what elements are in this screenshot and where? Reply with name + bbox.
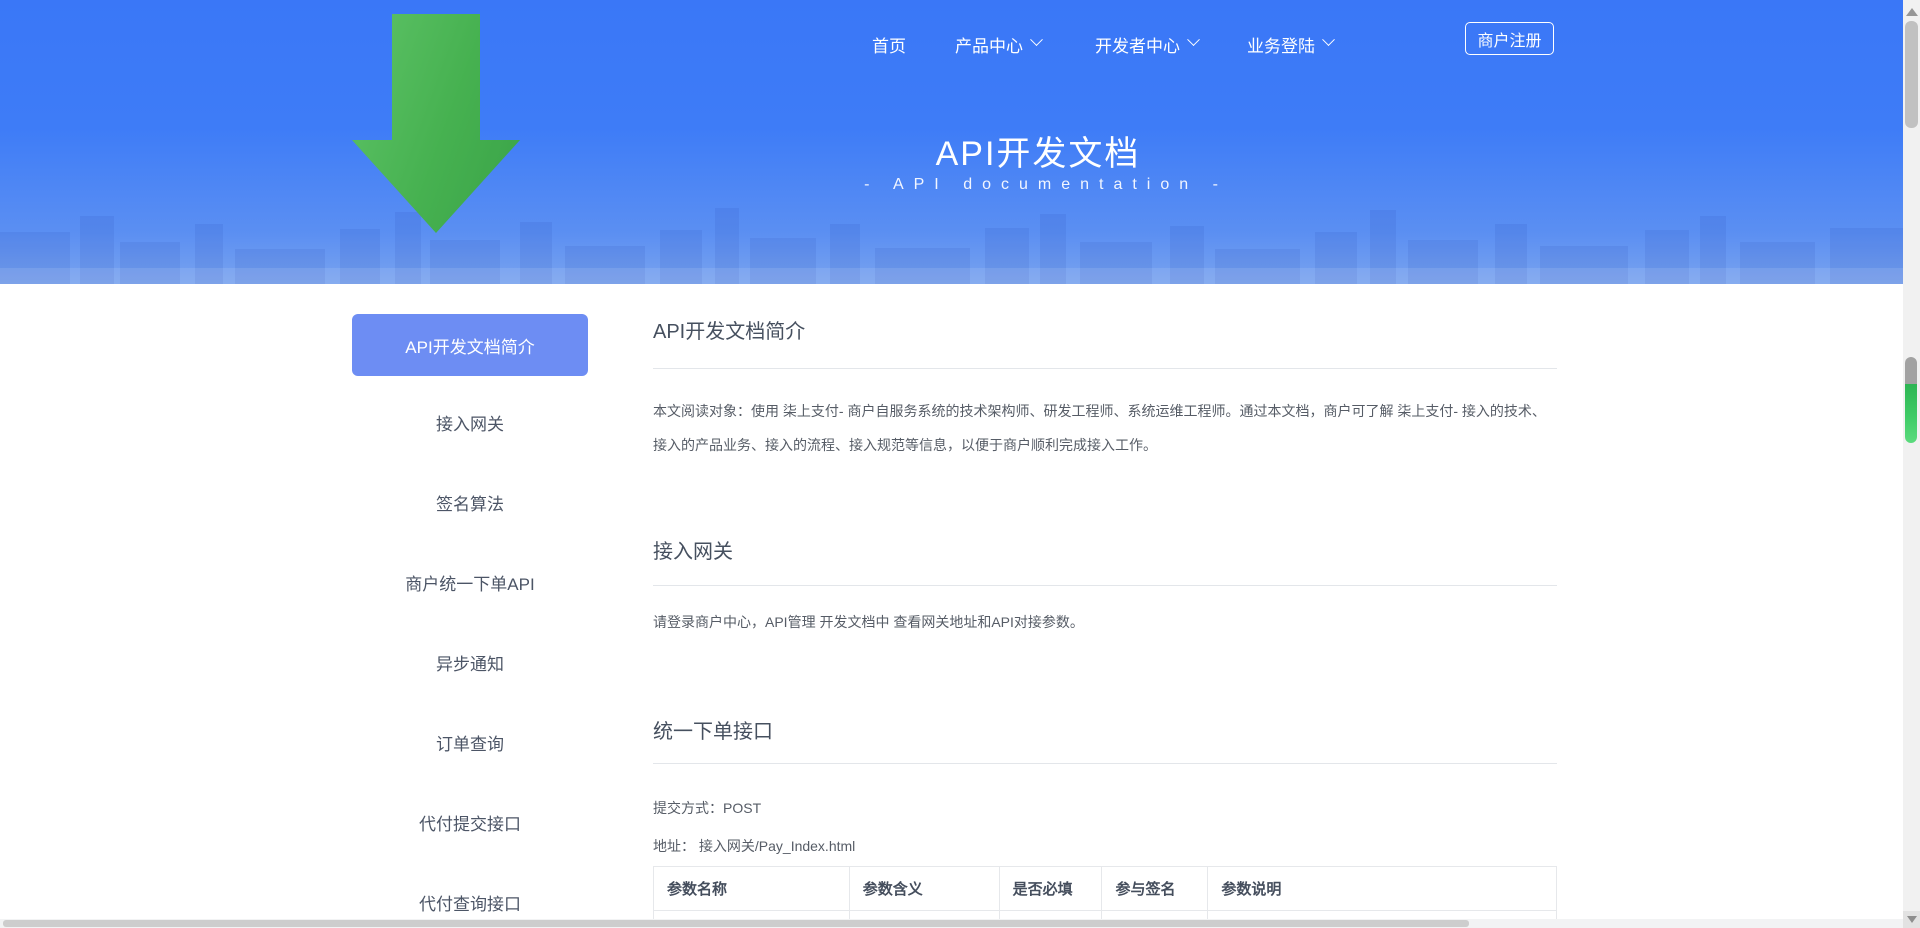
main-content: API开发文档简介 本文阅读对象：使用 柒上支付- 商户自服务系统的技术架构师、… <box>653 0 1557 928</box>
scroll-indicator-gray-cap <box>1905 357 1917 384</box>
submit-method-text: 提交方式：POST <box>653 798 761 818</box>
scroll-progress-indicator[interactable] <box>1905 357 1917 443</box>
gateway-address-text: 地址： 接入网关/Pay_Index.html <box>653 836 855 856</box>
col-header-param-meaning: 参数含义 <box>849 867 999 911</box>
table-header-row: 参数名称 参数含义 是否必填 参与签名 参数说明 <box>654 867 1557 911</box>
divider <box>653 763 1557 764</box>
horizontal-scrollbar-thumb[interactable] <box>3 920 1469 927</box>
section-heading-intro: API开发文档简介 <box>653 315 805 344</box>
sidebar-item-unified-order-api[interactable]: 商户统一下单API <box>352 574 588 596</box>
scroll-indicator-green-bar <box>1905 384 1917 443</box>
sidebar-item-payout-query[interactable]: 代付查询接口 <box>352 894 588 916</box>
col-header-required: 是否必填 <box>999 867 1102 911</box>
section-heading-gateway: 接入网关 <box>653 535 733 564</box>
section-body-gateway: 请登录商户中心，API管理 开发文档中 查看网关地址和API对接参数。 <box>653 605 1557 639</box>
col-header-signed: 参与签名 <box>1102 867 1208 911</box>
section-body-intro: 本文阅读对象：使用 柒上支付- 商户自服务系统的技术架构师、研发工程师、系统运维… <box>653 394 1557 462</box>
divider <box>653 585 1557 586</box>
sidebar-item-signature[interactable]: 签名算法 <box>352 494 588 516</box>
sidebar-item-async-notify[interactable]: 异步通知 <box>352 654 588 676</box>
scrollbar-up-arrow-icon[interactable] <box>1906 8 1918 16</box>
sidebar-item-api-doc-intro[interactable]: API开发文档简介 <box>352 314 588 376</box>
section-heading-unified-order: 统一下单接口 <box>653 715 773 744</box>
vertical-scrollbar-track[interactable] <box>1903 0 1920 928</box>
sidebar-item-order-query[interactable]: 订单查询 <box>352 734 588 756</box>
vertical-scrollbar-thumb[interactable] <box>1905 21 1918 128</box>
sidebar-item-gateway[interactable]: 接入网关 <box>352 414 588 436</box>
divider <box>653 368 1557 369</box>
horizontal-scrollbar-track[interactable] <box>0 919 1903 928</box>
sidebar-item-payout-submit[interactable]: 代付提交接口 <box>352 814 588 836</box>
col-header-param-desc: 参数说明 <box>1208 867 1557 911</box>
page: 首页 产品中心 开发者中心 业务登陆 商户注册 API开发文档 - API do… <box>0 0 1920 928</box>
col-header-param-name: 参数名称 <box>654 867 850 911</box>
scrollbar-down-arrow-icon[interactable] <box>1907 916 1917 923</box>
